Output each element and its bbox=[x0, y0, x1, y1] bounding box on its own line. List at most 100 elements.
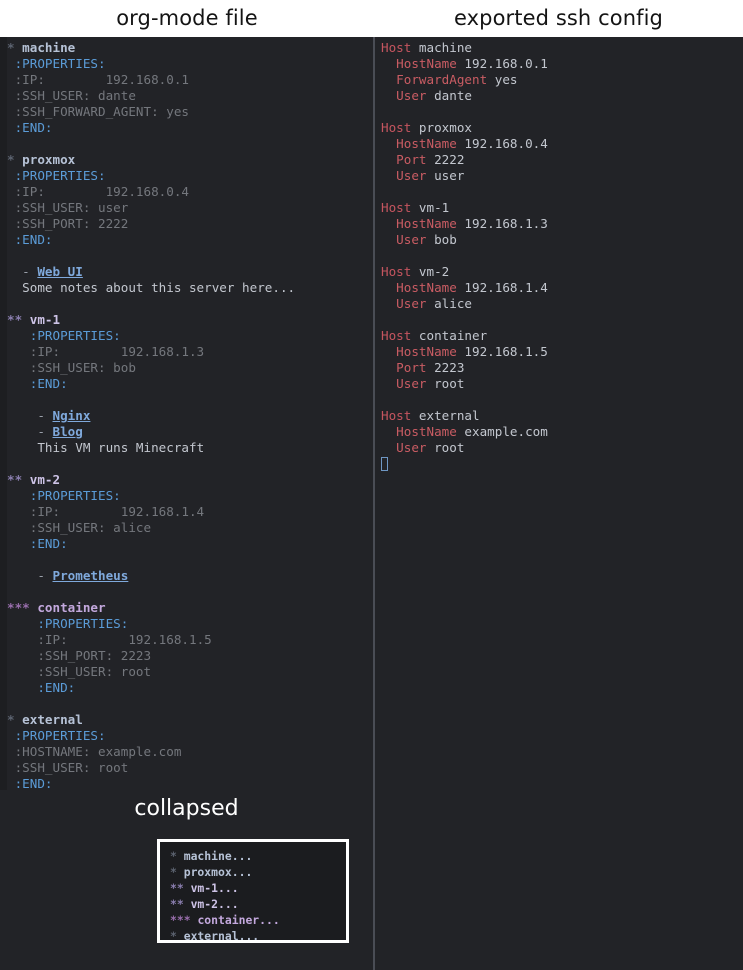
org-drawer-line[interactable]: :END: bbox=[7, 120, 373, 136]
ssh-option-value: 192.168.0.1 bbox=[464, 56, 548, 71]
ssh-host-line[interactable]: Host proxmox bbox=[381, 120, 743, 136]
ssh-option-line[interactable]: User bob bbox=[381, 232, 743, 248]
org-heading-title: vm-1 bbox=[29, 312, 61, 327]
org-drawer-line[interactable]: :END: bbox=[7, 536, 373, 552]
collapsed-heading-title: external... bbox=[183, 929, 260, 943]
org-property-line[interactable]: :SSH_USER: root bbox=[7, 760, 373, 776]
collapsed-heading-stars: ** bbox=[170, 881, 191, 895]
ssh-blank-line bbox=[381, 392, 743, 408]
org-property-line[interactable]: :SSH_FORWARD_AGENT: yes bbox=[7, 104, 373, 120]
ssh-option-line[interactable]: HostName 192.168.1.3 bbox=[381, 216, 743, 232]
org-drawer-line[interactable]: :END: bbox=[7, 680, 373, 696]
org-property-text: :IP: 192.168.0.1 bbox=[14, 72, 189, 87]
org-property-text: :IP: 192.168.1.5 bbox=[37, 632, 212, 647]
list-bullet: - bbox=[22, 264, 38, 279]
org-heading-level-2[interactable]: ** vm-2 bbox=[7, 472, 373, 488]
ssh-option-line[interactable]: User user bbox=[381, 168, 743, 184]
org-property-text: :IP: 192.168.1.3 bbox=[29, 344, 205, 359]
ssh-option-line[interactable]: Port 2223 bbox=[381, 360, 743, 376]
ssh-host-line[interactable]: Host vm-2 bbox=[381, 264, 743, 280]
ssh-option-line[interactable]: HostName 192.168.1.4 bbox=[381, 280, 743, 296]
org-drawer-line[interactable]: :PROPERTIES: bbox=[7, 168, 373, 184]
ssh-option-key: HostName bbox=[396, 344, 465, 359]
org-drawer-line[interactable]: :PROPERTIES: bbox=[7, 56, 373, 72]
ssh-host-line[interactable]: Host vm-1 bbox=[381, 200, 743, 216]
org-list-item-link[interactable]: - Blog bbox=[7, 424, 373, 440]
org-heading-level-3[interactable]: *** container bbox=[7, 600, 373, 616]
org-drawer-text: :PROPERTIES: bbox=[37, 616, 129, 631]
org-list-item-link[interactable]: - Web UI bbox=[7, 264, 373, 280]
org-file-buffer[interactable]: * machine :PROPERTIES: :IP: 192.168.0.1 … bbox=[7, 37, 373, 808]
ssh-option-line[interactable]: User alice bbox=[381, 296, 743, 312]
org-link-label: Blog bbox=[52, 424, 83, 439]
ssh-option-line[interactable]: HostName 192.168.0.1 bbox=[381, 56, 743, 72]
org-heading-title: external bbox=[22, 712, 83, 727]
ssh-host-name: proxmox bbox=[418, 120, 472, 135]
org-heading-stars: ** bbox=[7, 472, 30, 487]
ssh-option-line[interactable]: User dante bbox=[381, 88, 743, 104]
org-heading-level-2[interactable]: ** vm-1 bbox=[7, 312, 373, 328]
ssh-host-line[interactable]: Host machine bbox=[381, 40, 743, 56]
ssh-option-key: User bbox=[396, 440, 435, 455]
org-blank-line bbox=[7, 456, 373, 472]
org-drawer-line[interactable]: :PROPERTIES: bbox=[7, 488, 373, 504]
ssh-option-line[interactable]: ForwardAgent yes bbox=[381, 72, 743, 88]
org-drawer-line[interactable]: :END: bbox=[7, 376, 373, 392]
org-property-text: :SSH_USER: bob bbox=[29, 360, 136, 375]
ssh-option-value: root bbox=[434, 440, 465, 455]
org-heading-level-1[interactable]: * external bbox=[7, 712, 373, 728]
ssh-cursor-line[interactable] bbox=[381, 456, 743, 472]
org-property-line[interactable]: :SSH_USER: bob bbox=[7, 360, 373, 376]
org-property-line[interactable]: :IP: 192.168.1.5 bbox=[7, 632, 373, 648]
ssh-option-line[interactable]: HostName 192.168.1.5 bbox=[381, 344, 743, 360]
ssh-host-line[interactable]: Host container bbox=[381, 328, 743, 344]
collapsed-heading-level-1: * machine... bbox=[170, 848, 346, 864]
collapsed-overlay: collapsed * machine... * proxmox... ** vm-… bbox=[0, 790, 373, 970]
org-property-line[interactable]: :IP: 192.168.0.1 bbox=[7, 72, 373, 88]
org-drawer-text: :PROPERTIES: bbox=[29, 328, 121, 343]
org-drawer-line[interactable]: :PROPERTIES: bbox=[7, 328, 373, 344]
ssh-option-line[interactable]: Port 2222 bbox=[381, 152, 743, 168]
org-property-text: :SSH_USER: user bbox=[14, 200, 129, 215]
org-property-line[interactable]: :IP: 192.168.1.4 bbox=[7, 504, 373, 520]
org-property-line[interactable]: :IP: 192.168.1.3 bbox=[7, 344, 373, 360]
org-heading-level-1[interactable]: * proxmox bbox=[7, 152, 373, 168]
ssh-option-line[interactable]: User root bbox=[381, 440, 743, 456]
org-drawer-line[interactable]: :PROPERTIES: bbox=[7, 616, 373, 632]
org-property-line[interactable]: :SSH_PORT: 2223 bbox=[7, 648, 373, 664]
org-heading-stars: * bbox=[7, 152, 23, 167]
collapsed-heading-level-3: *** container... bbox=[170, 912, 346, 928]
ssh-option-line[interactable]: HostName 192.168.0.4 bbox=[381, 136, 743, 152]
org-property-line[interactable]: :SSH_PORT: 2222 bbox=[7, 216, 373, 232]
org-heading-level-1[interactable]: * machine bbox=[7, 40, 373, 56]
ssh-option-key: HostName bbox=[396, 280, 465, 295]
org-drawer-line[interactable]: :END: bbox=[7, 232, 373, 248]
ssh-config-buffer[interactable]: Host machine HostName 192.168.0.1 Forwar… bbox=[381, 37, 743, 472]
ssh-option-value: 192.168.0.4 bbox=[464, 136, 548, 151]
org-drawer-line[interactable]: :PROPERTIES: bbox=[7, 728, 373, 744]
ssh-option-value: 192.168.1.4 bbox=[464, 280, 548, 295]
ssh-option-line[interactable]: User root bbox=[381, 376, 743, 392]
org-property-line[interactable]: :SSH_USER: alice bbox=[7, 520, 373, 536]
ssh-option-line[interactable]: HostName example.com bbox=[381, 424, 743, 440]
collapsed-heading-stars: * bbox=[170, 849, 184, 863]
ssh-host-line[interactable]: Host external bbox=[381, 408, 743, 424]
org-property-line[interactable]: :SSH_USER: root bbox=[7, 664, 373, 680]
org-property-line[interactable]: :SSH_USER: dante bbox=[7, 88, 373, 104]
org-list-item-link[interactable]: - Prometheus bbox=[7, 568, 373, 584]
org-property-line[interactable]: :HOSTNAME: example.com bbox=[7, 744, 373, 760]
ssh-config-pane[interactable]: Host machine HostName 192.168.0.1 Forwar… bbox=[375, 37, 743, 970]
org-property-line[interactable]: :IP: 192.168.0.4 bbox=[7, 184, 373, 200]
ssh-option-value: user bbox=[434, 168, 465, 183]
org-list-item-link[interactable]: - Nginx bbox=[7, 408, 373, 424]
org-property-line[interactable]: :SSH_USER: user bbox=[7, 200, 373, 216]
org-heading-title: machine bbox=[22, 40, 76, 55]
